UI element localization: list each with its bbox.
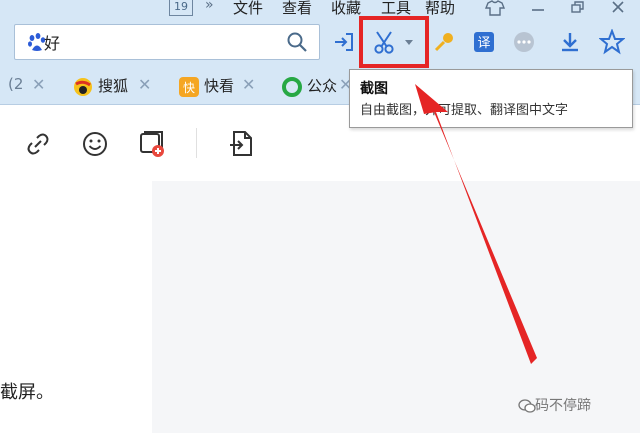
menu-help[interactable]: 帮助 (425, 0, 455, 18)
emoji-smiley-icon[interactable] (80, 129, 110, 159)
download-icon[interactable] (556, 28, 584, 56)
favorites-star-icon[interactable] (598, 28, 626, 56)
tab-1-label[interactable]: (2 (8, 75, 23, 101)
watermark-text: 码不停蹄 (535, 398, 591, 414)
link-icon[interactable] (24, 130, 52, 158)
menu-favorites[interactable]: 收藏 (331, 0, 361, 18)
toolbar-divider (196, 128, 197, 158)
close-window-icon[interactable] (610, 0, 626, 14)
highlight-box (359, 16, 429, 68)
insert-image-icon[interactable] (136, 129, 168, 161)
tab-3-label[interactable]: 快看 (204, 75, 234, 101)
more-dots-icon[interactable] (510, 28, 538, 56)
search-icon[interactable] (286, 31, 308, 53)
tab-2-label[interactable]: 搜狐 (98, 75, 128, 101)
key-icon[interactable] (430, 28, 458, 56)
login-arrow-icon[interactable] (330, 28, 358, 56)
tooltip-title: 截图 (360, 81, 388, 97)
wechat-logo-icon (518, 399, 536, 413)
tooltip-description: 自由截图，并可提取、翻译图中文字 (360, 103, 569, 118)
more-chevron-icon[interactable]: » (205, 0, 214, 13)
tab-1-close-icon[interactable]: ✕ (32, 75, 45, 101)
kuaikan-logo-icon: 快 (179, 77, 199, 97)
tab-3-close-icon[interactable]: ✕ (242, 75, 255, 101)
menu-view[interactable]: 查看 (282, 0, 312, 18)
svg-text:译: 译 (477, 36, 490, 51)
sohu-logo-icon (74, 78, 92, 96)
tab-2-close-icon[interactable]: ✕ (138, 75, 151, 101)
skin-shirt-icon[interactable] (484, 0, 506, 16)
menu-file[interactable]: 文件 (233, 0, 263, 18)
window-count-badge[interactable]: 19 (169, 0, 193, 16)
address-input-value[interactable]: 好 (44, 30, 60, 54)
restore-icon[interactable] (570, 0, 586, 14)
tab-4-label[interactable]: 公众 (307, 75, 337, 101)
green-circle-logo-icon (282, 77, 302, 97)
document-text: 截屏。 (0, 382, 54, 403)
minimize-icon[interactable] (530, 2, 546, 14)
translate-icon[interactable]: 译 (470, 28, 498, 56)
import-file-icon[interactable] (226, 129, 256, 159)
svg-text:快: 快 (183, 81, 195, 95)
